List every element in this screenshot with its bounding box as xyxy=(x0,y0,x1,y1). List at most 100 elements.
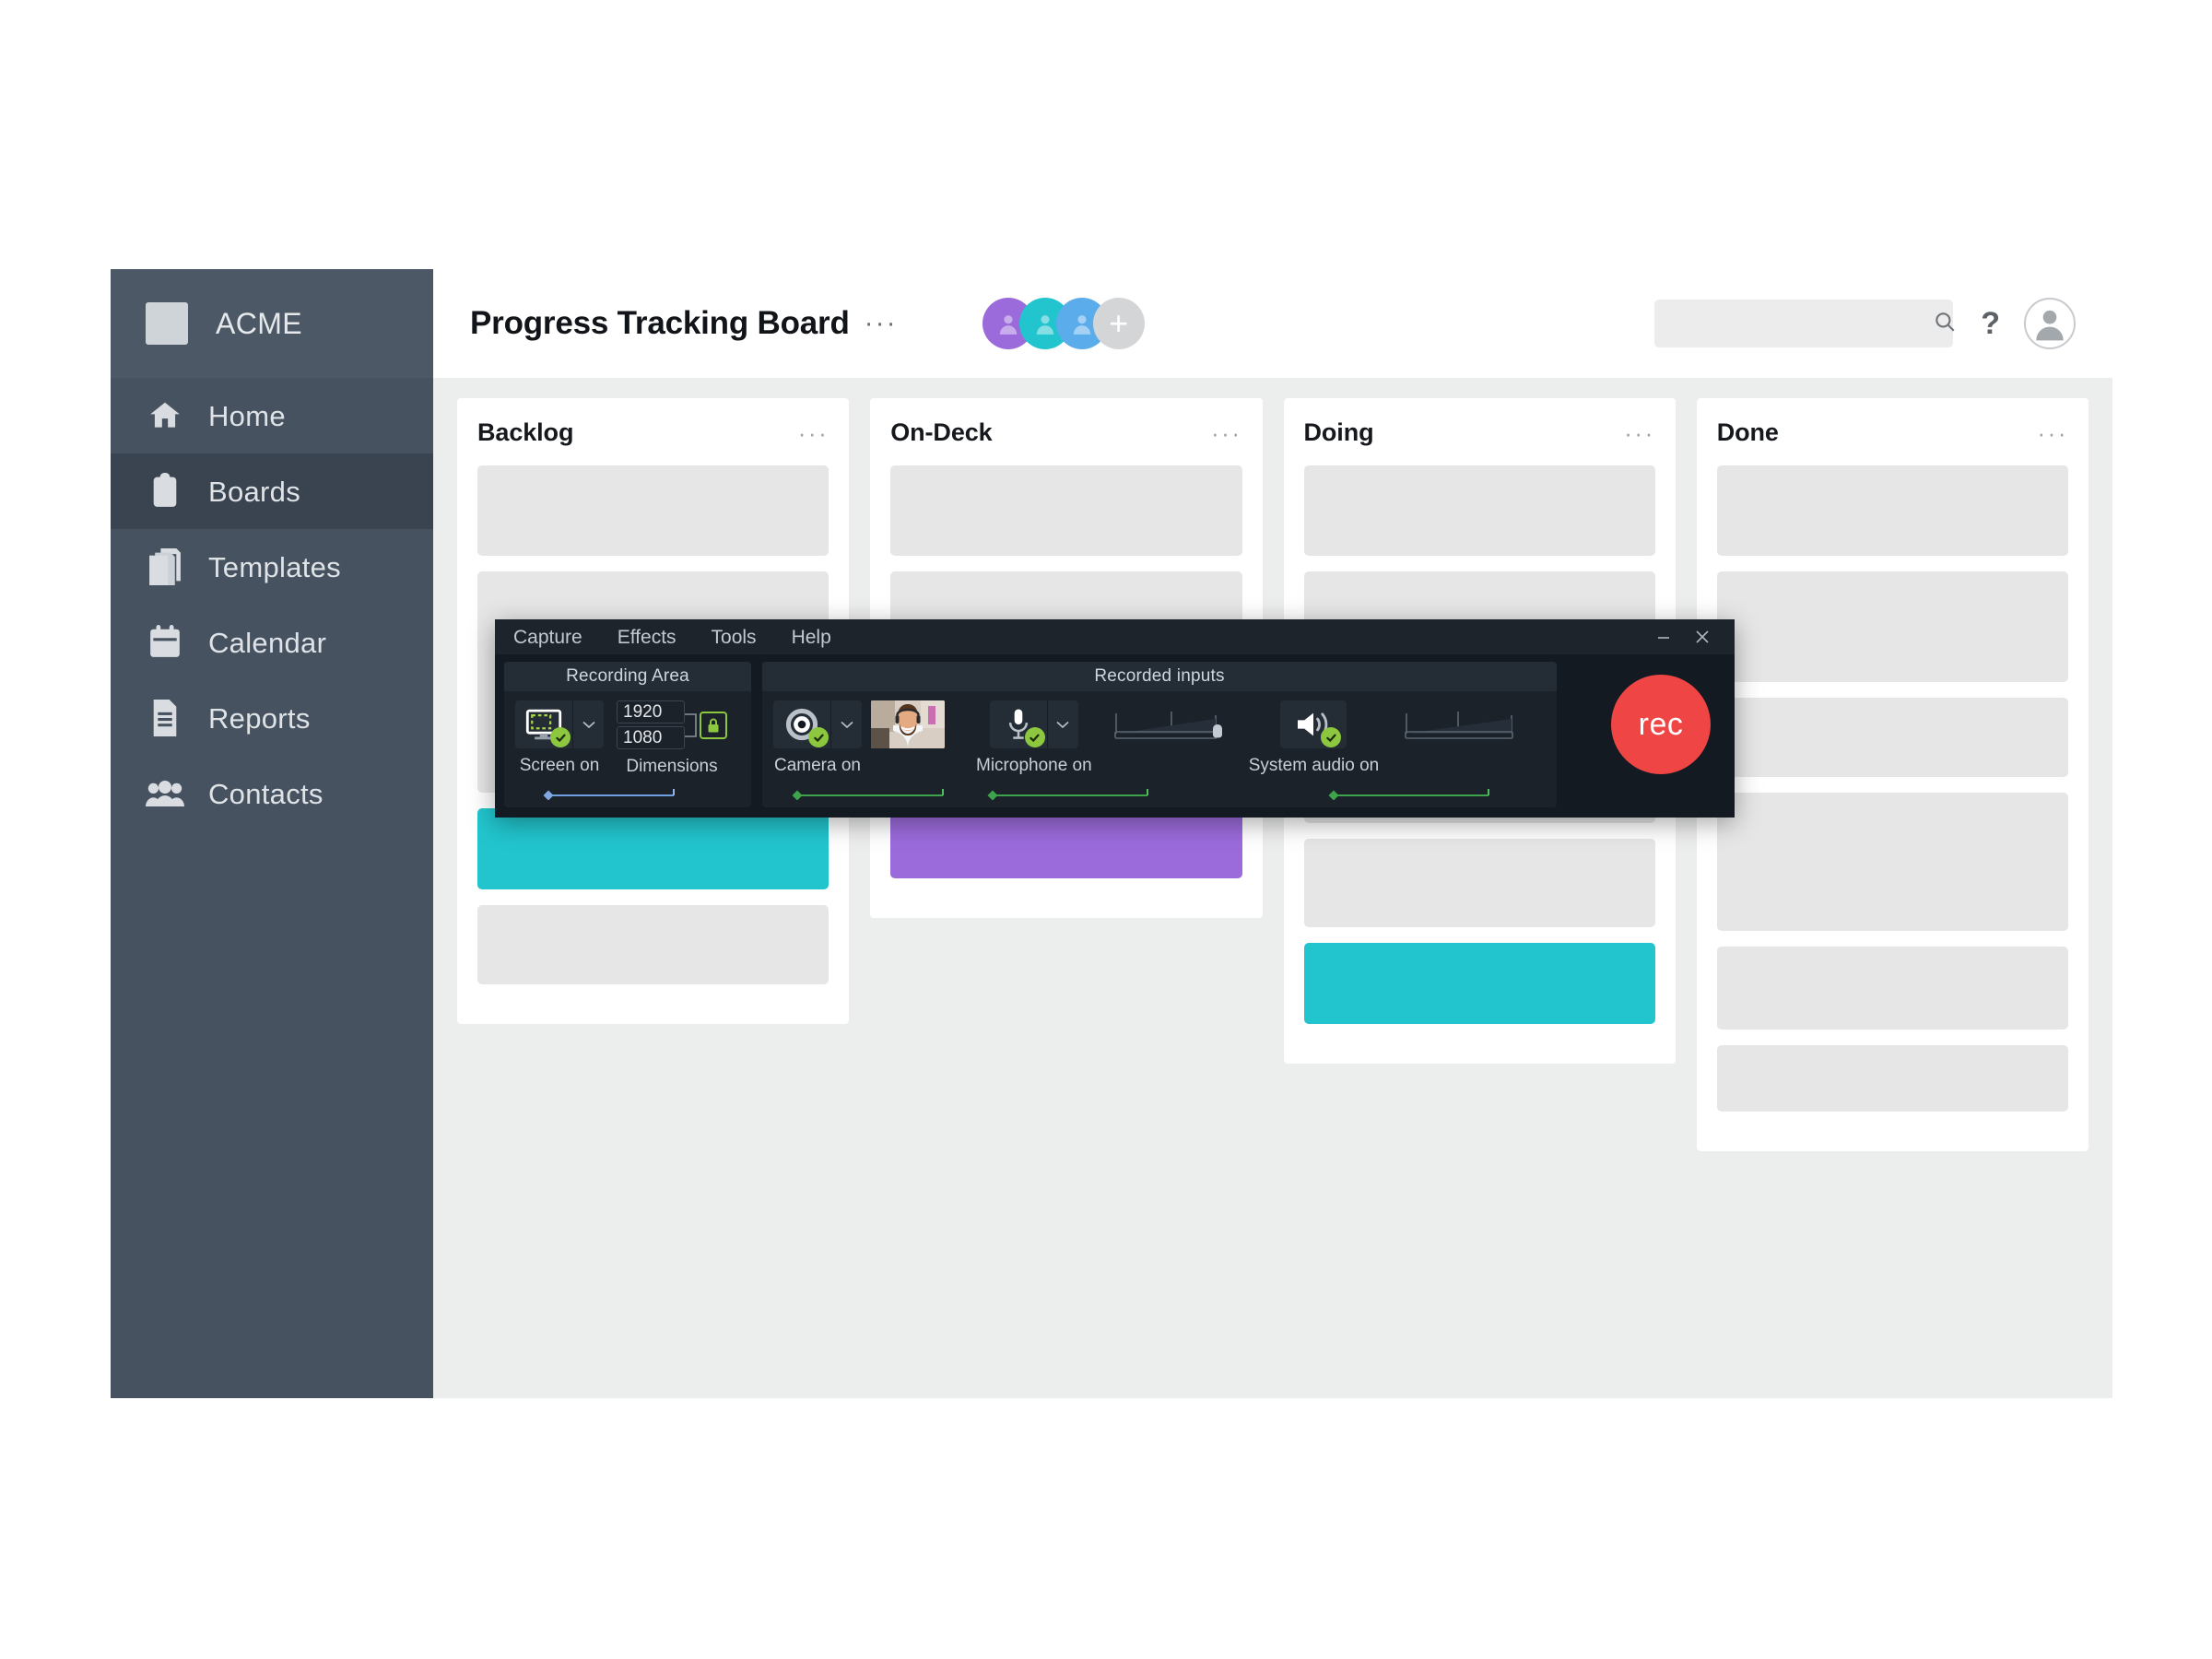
brand-header[interactable]: ACME xyxy=(111,269,433,378)
board-card[interactable] xyxy=(890,465,1242,556)
header-actions: ? xyxy=(1654,298,2076,349)
board-options-menu[interactable]: ··· xyxy=(865,310,898,337)
column-header: Backlog ··· xyxy=(477,418,829,447)
camera-on-check-icon xyxy=(808,727,829,747)
dimensions-control: 1920 1080 Dimensions xyxy=(617,700,727,775)
search-box[interactable] xyxy=(1654,300,1955,347)
screen-capture-control: Screen on xyxy=(515,700,604,774)
board-column-done: Done ··· xyxy=(1696,398,2088,1151)
copies-icon xyxy=(146,547,184,586)
window-controls xyxy=(1644,619,1722,654)
recorded-inputs-body: Camera on Microphone on System audio on xyxy=(762,691,1557,807)
recorded-inputs-panel: Recorded inputs Camera on Microphone on … xyxy=(762,662,1557,807)
speaker-icon[interactable] xyxy=(1280,700,1347,748)
screen-recorder-window: Capture Effects Tools Help Recording Are… xyxy=(495,619,1735,818)
board-card[interactable] xyxy=(477,905,830,984)
board-card[interactable] xyxy=(1716,698,2068,777)
document-icon xyxy=(146,699,184,737)
user-avatar[interactable] xyxy=(2024,298,2076,349)
recorder-menubar: Capture Effects Tools Help xyxy=(495,619,1735,654)
column-header: Doing ··· xyxy=(1304,418,1655,447)
column-header: On-Deck ··· xyxy=(890,418,1241,447)
aspect-bracket xyxy=(685,707,700,744)
add-member-button[interactable]: + xyxy=(1092,298,1145,349)
height-field[interactable]: 1080 xyxy=(617,726,685,749)
board-card[interactable] xyxy=(1716,947,2068,1030)
width-field[interactable]: 1920 xyxy=(617,700,685,724)
sidebar-item-calendar[interactable]: Calendar xyxy=(111,605,433,680)
microphone-slider[interactable] xyxy=(983,787,1159,800)
camera-preview-thumbnail[interactable] xyxy=(871,700,945,748)
column-title: On-Deck xyxy=(890,418,993,446)
column-menu[interactable]: ··· xyxy=(1624,421,1654,445)
camera-slider[interactable] xyxy=(788,787,954,800)
minimize-icon[interactable] xyxy=(1644,619,1683,654)
microphone-source-chevron-down-icon[interactable] xyxy=(1046,700,1078,748)
board-card[interactable] xyxy=(1716,571,2068,682)
screen-slider[interactable] xyxy=(539,787,687,800)
camera-source-chevron-down-icon[interactable] xyxy=(830,700,862,748)
sidebar-item-home[interactable]: Home xyxy=(111,378,433,453)
board-card[interactable] xyxy=(1303,943,1655,1024)
column-menu[interactable]: ··· xyxy=(1211,421,1241,445)
sidebar-item-label: Reports xyxy=(208,701,311,735)
board-card[interactable] xyxy=(1716,793,2068,931)
sidebar-item-label: Calendar xyxy=(208,626,327,659)
screenshot-root: ACME Home Boards Templates Calendar Repo… xyxy=(0,0,2212,1659)
system-audio-level-meter[interactable] xyxy=(1403,700,1521,748)
app-window: ACME Home Boards Templates Calendar Repo… xyxy=(111,269,2112,1398)
microphone-icon[interactable] xyxy=(989,700,1047,748)
calendar-icon xyxy=(146,623,184,662)
column-title: Done xyxy=(1716,418,1779,446)
sidebar-item-boards[interactable]: Boards xyxy=(111,453,433,529)
dimensions-label: Dimensions xyxy=(626,757,718,776)
system-audio-on-check-icon xyxy=(1321,727,1342,747)
square-logo-icon xyxy=(146,302,188,345)
board-card[interactable] xyxy=(1303,465,1655,556)
microphone-on-check-icon xyxy=(1024,727,1045,747)
menu-capture[interactable]: Capture xyxy=(513,628,582,647)
dimension-fields: 1920 1080 xyxy=(617,700,685,749)
screen-on-check-icon xyxy=(550,727,571,747)
search-input[interactable] xyxy=(1667,312,1934,335)
search-icon[interactable] xyxy=(1933,310,1957,338)
sidebar-item-label: Templates xyxy=(208,550,341,583)
menu-help[interactable]: Help xyxy=(792,628,831,647)
screen-capture-icon[interactable] xyxy=(515,700,572,748)
lock-icon[interactable] xyxy=(700,711,727,739)
member-avatar-group: + xyxy=(982,298,1145,349)
sidebar-nav: Home Boards Templates Calendar Reports C… xyxy=(111,378,433,831)
screen-source-chevron-down-icon[interactable] xyxy=(572,700,604,748)
board-card[interactable] xyxy=(477,465,830,556)
app-header: Progress Tracking Board ··· + ? xyxy=(433,269,2112,378)
board-columns: Backlog ··· On-Deck ··· Doing ··· Done ·… xyxy=(433,378,2112,1398)
sidebar-item-templates[interactable]: Templates xyxy=(111,529,433,605)
column-menu[interactable]: ··· xyxy=(798,421,829,445)
menu-tools[interactable]: Tools xyxy=(712,628,757,647)
board-card[interactable] xyxy=(1303,839,1655,927)
system-audio-status-label: System audio on xyxy=(1248,756,1380,775)
close-icon[interactable] xyxy=(1683,619,1722,654)
recorder-body: Recording Area Screen on 1920 1080 Dimen… xyxy=(495,654,1735,818)
mic-level-meter[interactable] xyxy=(1112,700,1230,748)
recording-area-title: Recording Area xyxy=(504,662,751,691)
system-audio-control: System audio on xyxy=(1248,700,1380,775)
camera-icon[interactable] xyxy=(773,700,830,748)
system-audio-slider[interactable] xyxy=(1324,787,1500,800)
column-menu[interactable]: ··· xyxy=(2038,421,2068,445)
record-button[interactable]: rec xyxy=(1611,675,1711,774)
sidebar-item-contacts[interactable]: Contacts xyxy=(111,756,433,831)
column-title: Backlog xyxy=(477,418,574,446)
board-card[interactable] xyxy=(1716,1045,2068,1112)
board-card[interactable] xyxy=(1716,465,2068,556)
recording-area-panel: Recording Area Screen on 1920 1080 Dimen… xyxy=(504,662,751,807)
sidebar-item-reports[interactable]: Reports xyxy=(111,680,433,756)
home-icon xyxy=(146,396,184,435)
sidebar: ACME Home Boards Templates Calendar Repo… xyxy=(111,269,433,1398)
help-button[interactable]: ? xyxy=(1981,308,2000,339)
brand-name: ACME xyxy=(216,306,303,340)
menu-effects[interactable]: Effects xyxy=(618,628,677,647)
board-card[interactable] xyxy=(477,808,830,889)
clipboard-icon xyxy=(146,472,184,511)
column-header: Done ··· xyxy=(1717,418,2068,447)
